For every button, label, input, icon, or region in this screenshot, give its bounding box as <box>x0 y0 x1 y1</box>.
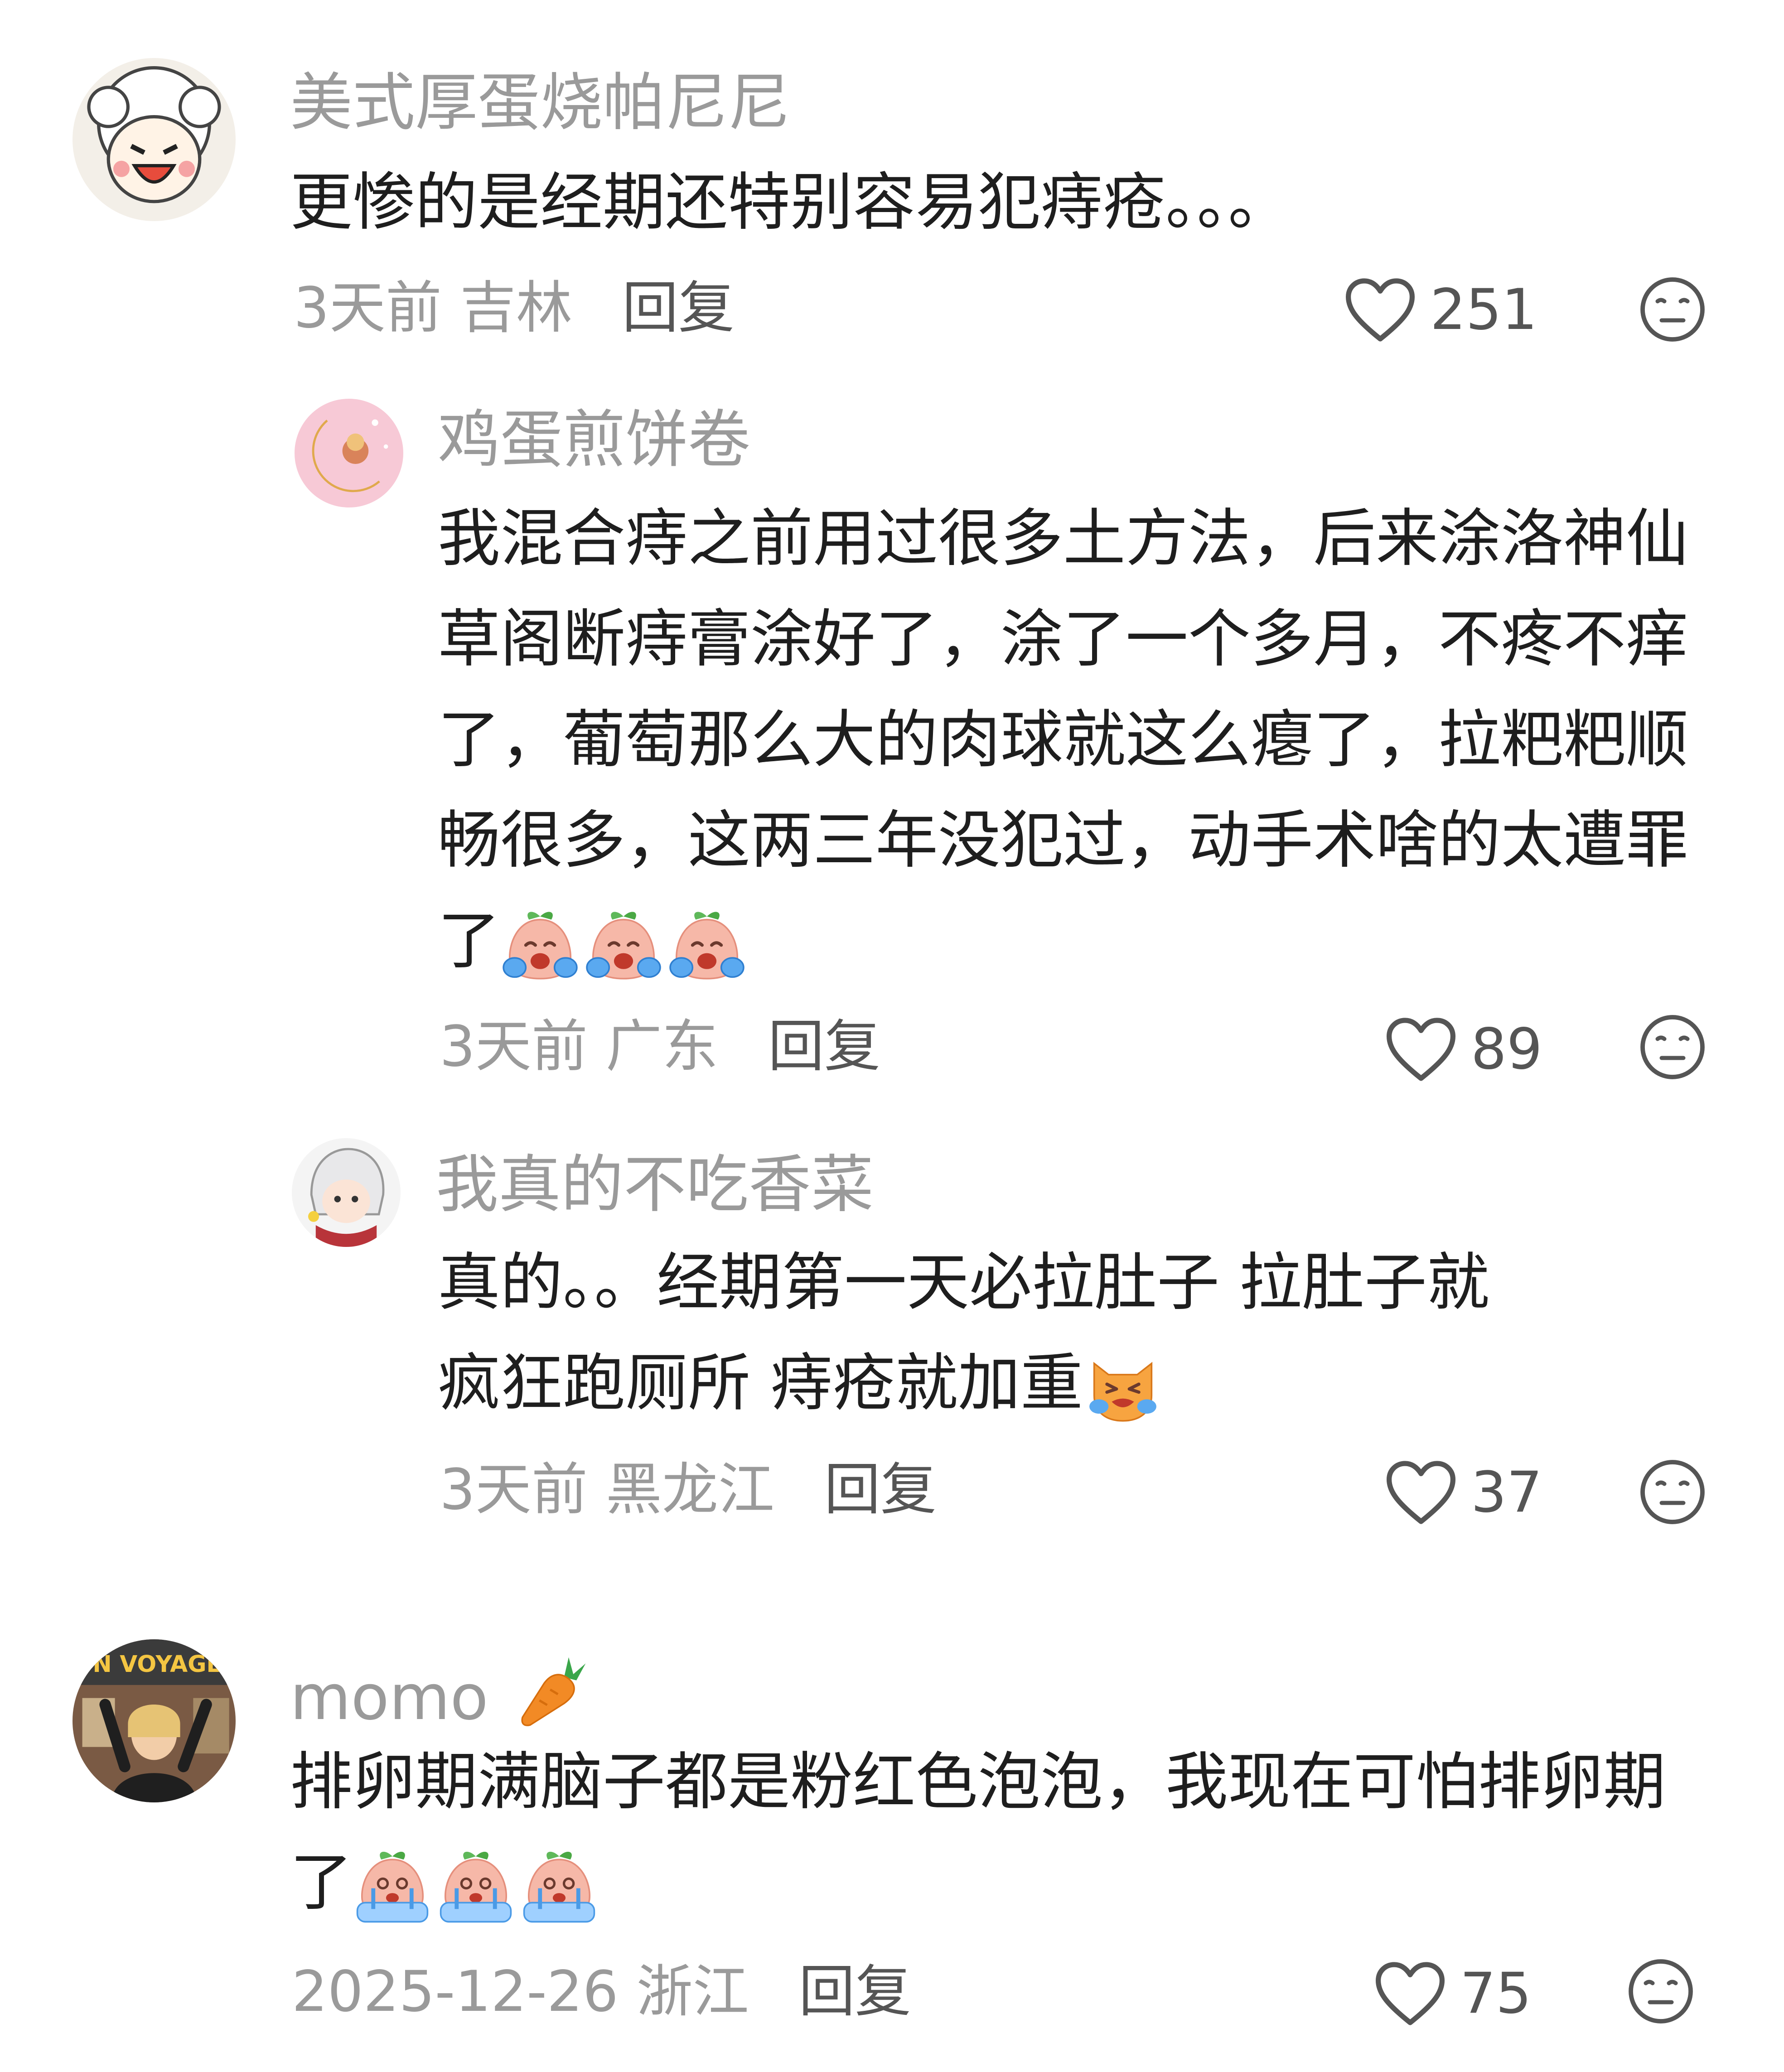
crying-peach-emoji <box>436 1847 516 1927</box>
like-count: 75 <box>1460 1961 1532 2026</box>
username[interactable]: 鸡蛋煎饼卷 <box>438 409 750 471</box>
crying-peach-emoji <box>667 905 747 985</box>
heart-outline-icon <box>1344 276 1417 344</box>
username[interactable]: momo <box>290 1651 592 1729</box>
crying-peach-emoji <box>353 1847 432 1927</box>
heart-outline-icon <box>1374 1960 1446 2028</box>
meh-face-icon <box>1639 275 1707 343</box>
meh-face-icon <box>1627 1957 1695 2025</box>
meh-face-icon <box>1639 1013 1707 1081</box>
like-count: 37 <box>1471 1460 1542 1525</box>
location: 广东 <box>605 1014 718 1079</box>
like-button[interactable]: 75 <box>1374 1957 1532 2030</box>
avatar-sign-text: N VOYAGE <box>93 1651 222 1677</box>
avatar[interactable] <box>73 58 236 221</box>
like-count: 89 <box>1471 1017 1542 1082</box>
comment-text-line: 我混合痔之前用过很多土方法，后来涂洛神仙 <box>438 502 1689 575</box>
crying-peach-emoji <box>584 905 663 985</box>
username[interactable]: 美式厚蛋烧帕尼尼 <box>290 72 790 134</box>
timestamp: 2025-12-26 <box>292 1959 619 2024</box>
comment-text-tail: 疯狂跑厕所 痔疮就加重 <box>438 1347 1083 1420</box>
heart-outline-icon <box>1385 1015 1457 1083</box>
comment-meta: 3天前 黑龙江 回复 <box>440 1462 937 1518</box>
username-text: momo <box>290 1661 488 1734</box>
dislike-button[interactable] <box>1627 1957 1695 2025</box>
comment-text-tail: 了 <box>438 904 501 977</box>
comment-text-line-last: 了 <box>438 891 1688 991</box>
reply-button[interactable]: 回复 <box>768 1014 880 1079</box>
avatar[interactable]: N VOYAGE <box>73 1639 236 1802</box>
meh-face-icon <box>1639 1458 1707 1526</box>
location: 浙江 <box>636 1959 749 2024</box>
comment-text: 真的。。经期第一天必拉肚子 拉肚子就 疯狂跑厕所 痔疮就加重 <box>438 1232 1489 1434</box>
comment-text-line: 了，葡萄那么大的肉球就这么瘪了，拉粑粑顺 <box>438 703 1689 776</box>
comment-text-line: 草阁断痔膏涂好了，涂了一个多月，不疼不痒 <box>438 603 1689 676</box>
like-button[interactable]: 89 <box>1385 1013 1542 1086</box>
emoji-group <box>500 905 747 985</box>
comment-text-line: 畅很多，这两三年没犯过，动手术啥的太遭罪 <box>438 804 1689 877</box>
like-button[interactable]: 37 <box>1385 1456 1542 1529</box>
timestamp: 3天前 <box>440 1457 588 1522</box>
comment-meta: 3天前 吉林 回复 <box>294 280 735 336</box>
comment-text-line: 真的。。经期第一天必拉肚子 拉肚子就 <box>438 1246 1489 1319</box>
reply-button[interactable]: 回复 <box>622 275 735 341</box>
crying-peach-emoji <box>519 1847 599 1927</box>
comment-text-line: 更惨的是经期还特别容易犯痔疮。。。 <box>290 166 1291 239</box>
carrot-emoji <box>515 1651 592 1728</box>
comment-text: 我混合痔之前用过很多土方法，后来涂洛神仙 草阁断痔膏涂好了，涂了一个多月，不疼不… <box>438 488 1688 991</box>
like-count: 251 <box>1430 277 1537 343</box>
dislike-button[interactable] <box>1639 275 1707 343</box>
comment-text-line: 排卵期满脑子都是粉红色泡泡，我现在可怕排卵期 <box>290 1745 1666 1818</box>
crying-cat-emoji <box>1083 1348 1163 1427</box>
timestamp: 3天前 <box>440 1014 588 1079</box>
location: 吉林 <box>459 275 572 341</box>
comment-text-line-last: 了 <box>290 1832 1666 1933</box>
avatar[interactable] <box>295 399 403 507</box>
dislike-button[interactable] <box>1639 1458 1707 1526</box>
avatar[interactable] <box>292 1138 401 1247</box>
like-button[interactable]: 251 <box>1344 274 1537 346</box>
comment-text-tail: 了 <box>290 1846 353 1919</box>
crying-peach-emoji <box>500 905 580 985</box>
comment-meta: 2025-12-26 浙江 回复 <box>292 1964 911 2020</box>
comment-text-line-last: 疯狂跑厕所 痔疮就加重 <box>438 1333 1489 1434</box>
emoji-group <box>353 1847 599 1927</box>
heart-outline-icon <box>1385 1459 1457 1526</box>
dislike-button[interactable] <box>1639 1013 1707 1081</box>
comment-text: 更惨的是经期还特别容易犯痔疮。。。 <box>290 152 1291 253</box>
timestamp: 3天前 <box>294 275 442 341</box>
reply-button[interactable]: 回复 <box>824 1457 937 1522</box>
location: 黑龙江 <box>605 1457 774 1522</box>
comment-meta: 3天前 广东 回复 <box>440 1019 880 1075</box>
comment-text: 排卵期满脑子都是粉红色泡泡，我现在可怕排卵期 了 <box>290 1732 1666 1933</box>
reply-button[interactable]: 回复 <box>799 1959 911 2024</box>
username[interactable]: 我真的不吃香菜 <box>436 1154 874 1216</box>
